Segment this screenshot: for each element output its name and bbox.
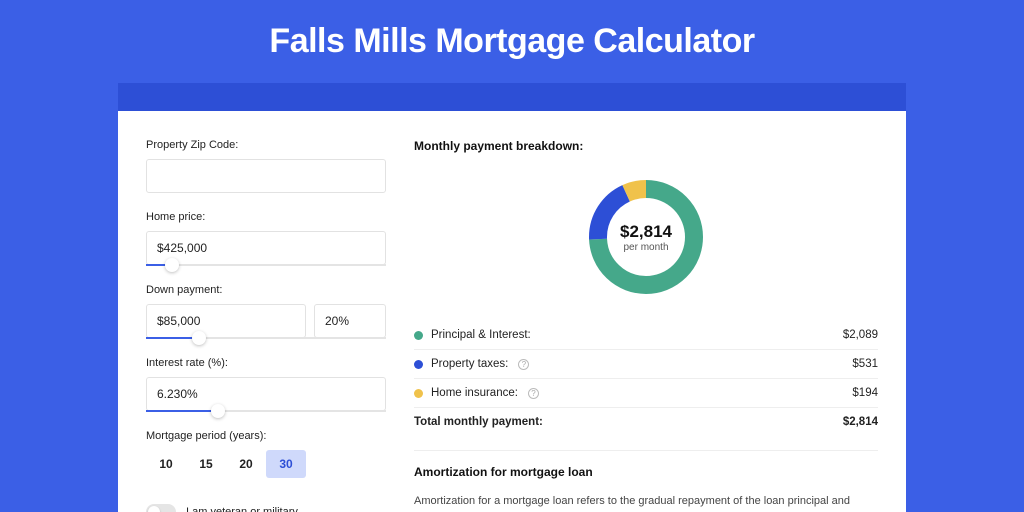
interest-rate-label: Interest rate (%): [146, 357, 386, 369]
amortization-heading: Amortization for mortgage loan [414, 465, 878, 479]
down-payment-slider-thumb[interactable] [192, 331, 206, 345]
home-price-slider[interactable] [146, 264, 386, 266]
amortization-text: Amortization for a mortgage loan refers … [414, 493, 878, 512]
donut-chart-container: $2,814 per month [414, 167, 878, 307]
interest-rate-field-group: Interest rate (%): 6.230% [146, 357, 386, 412]
interest-rate-input[interactable]: 6.230% [146, 377, 386, 411]
breakdown-value-taxes: $531 [852, 358, 878, 370]
home-price-label: Home price: [146, 211, 386, 223]
donut-amount: $2,814 [620, 222, 672, 242]
period-label: Mortgage period (years): [146, 430, 386, 442]
down-payment-slider[interactable] [146, 337, 386, 339]
interest-rate-slider-thumb[interactable] [211, 404, 225, 418]
dot-insurance-icon [414, 389, 423, 398]
down-payment-pct-input[interactable]: 20% [314, 304, 386, 338]
donut-chart: $2,814 per month [586, 177, 706, 297]
breakdown-row-principal: Principal & Interest: $2,089 [414, 321, 878, 349]
dot-taxes-icon [414, 360, 423, 369]
home-price-field-group: Home price: $425,000 [146, 211, 386, 266]
zip-input[interactable] [146, 159, 386, 193]
zip-field-group: Property Zip Code: [146, 139, 386, 193]
breakdown-label-taxes: Property taxes: [431, 358, 508, 370]
period-btn-15[interactable]: 15 [186, 450, 226, 478]
breakdown-heading: Monthly payment breakdown: [414, 139, 878, 153]
period-field-group: Mortgage period (years): 10 15 20 30 [146, 430, 386, 478]
period-buttons: 10 15 20 30 [146, 450, 386, 478]
page-title: Falls Mills Mortgage Calculator [0, 0, 1024, 83]
breakdown-label-total: Total monthly payment: [414, 416, 543, 428]
veteran-toggle[interactable] [146, 504, 176, 512]
subheader-bar [118, 83, 906, 111]
breakdown-column: Monthly payment breakdown: $2,814 per mo… [414, 139, 878, 512]
donut-center: $2,814 per month [586, 177, 706, 297]
down-payment-amount-input[interactable]: $85,000 [146, 304, 306, 338]
dot-principal-icon [414, 331, 423, 340]
period-btn-10[interactable]: 10 [146, 450, 186, 478]
down-payment-field-group: Down payment: $85,000 20% [146, 284, 386, 339]
breakdown-row-insurance: Home insurance: ? $194 [414, 378, 878, 407]
breakdown-value-total: $2,814 [843, 416, 878, 428]
breakdown-label-principal: Principal & Interest: [431, 329, 531, 341]
veteran-label: I am veteran or military [186, 506, 298, 512]
breakdown-row-taxes: Property taxes: ? $531 [414, 349, 878, 378]
period-btn-20[interactable]: 20 [226, 450, 266, 478]
info-icon-insurance[interactable]: ? [528, 388, 539, 399]
interest-rate-slider-fill [146, 410, 218, 412]
amortization-section: Amortization for mortgage loan Amortizat… [414, 450, 878, 512]
down-payment-label: Down payment: [146, 284, 386, 296]
home-price-input[interactable]: $425,000 [146, 231, 386, 265]
breakdown-value-insurance: $194 [852, 387, 878, 399]
home-price-slider-thumb[interactable] [165, 258, 179, 272]
calculator-card: Property Zip Code: Home price: $425,000 … [118, 111, 906, 512]
breakdown-label-insurance: Home insurance: [431, 387, 518, 399]
veteran-toggle-knob [148, 506, 160, 512]
form-column: Property Zip Code: Home price: $425,000 … [146, 139, 386, 512]
zip-label: Property Zip Code: [146, 139, 386, 151]
info-icon-taxes[interactable]: ? [518, 359, 529, 370]
breakdown-row-total: Total monthly payment: $2,814 [414, 407, 878, 436]
period-btn-30[interactable]: 30 [266, 450, 306, 478]
breakdown-value-principal: $2,089 [843, 329, 878, 341]
donut-sub: per month [623, 242, 668, 253]
interest-rate-slider[interactable] [146, 410, 386, 412]
veteran-toggle-row: I am veteran or military [146, 504, 386, 512]
